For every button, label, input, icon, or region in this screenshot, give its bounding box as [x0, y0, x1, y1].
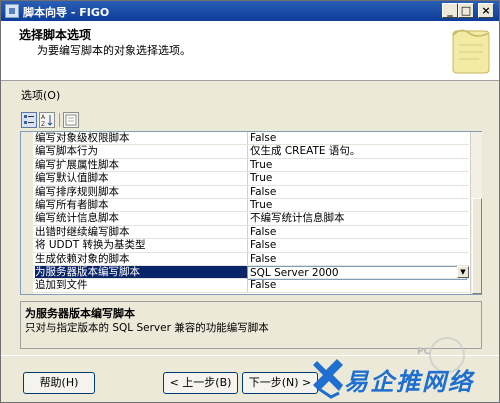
- page-title: 选择脚本选项: [19, 28, 92, 42]
- toolbar-separator: [59, 113, 60, 127]
- property-value[interactable]: SQL Server 2000: [247, 265, 467, 281]
- dropdown-arrow-icon[interactable]: ▼: [457, 265, 469, 278]
- property-value[interactable]: False: [247, 239, 467, 252]
- minimize-button[interactable]: _: [442, 3, 458, 18]
- property-grid[interactable]: 编写对象级权限脚本 False 编写脚本行为 仅生成 CREATE 语句。 编写扩展属性…: [20, 131, 482, 295]
- svg-text:A: A: [41, 114, 46, 121]
- property-row[interactable]: 追加到文件 False: [33, 279, 469, 293]
- property-value[interactable]: True: [247, 172, 467, 185]
- sort-alphabetical-icon[interactable]: AZ: [39, 112, 55, 128]
- script-wizard-window: 脚本向导 - FIGO _ □ × 选择脚本选项 为要编写脚本的对象选择选项。 …: [0, 0, 500, 403]
- property-name: 追加到文件: [35, 279, 88, 292]
- property-value[interactable]: False: [247, 225, 467, 239]
- help-button[interactable]: 帮助(H): [23, 372, 95, 394]
- property-value[interactable]: True: [247, 198, 467, 212]
- close-button[interactable]: ×: [478, 3, 494, 18]
- property-row[interactable]: 编写脚本行为 仅生成 CREATE 语句。: [33, 145, 469, 159]
- title-bar[interactable]: 脚本向导 - FIGO _ □ ×: [1, 1, 499, 21]
- property-name: 编写扩展属性脚本: [35, 158, 119, 171]
- property-value[interactable]: False: [247, 132, 467, 145]
- description-text: 只对与指定版本的 SQL Server 兼容的功能编写脚本: [25, 322, 269, 334]
- property-value[interactable]: False: [247, 279, 467, 292]
- options-label: 选项(O): [21, 89, 61, 102]
- property-row[interactable]: 为服务器版本编写脚本 SQL Server 2000 ▼: [33, 265, 469, 281]
- property-row[interactable]: 编写排序规则脚本 False: [33, 185, 469, 199]
- property-row[interactable]: 编写扩展属性脚本 True: [33, 158, 469, 173]
- maximize-button[interactable]: □: [458, 3, 474, 18]
- description-panel: 为服务器版本编写脚本 只对与指定版本的 SQL Server 兼容的功能编写脚本: [20, 301, 482, 349]
- property-name: 编写对象级权限脚本: [35, 132, 130, 144]
- property-name: 出错时继续编写脚本: [35, 225, 130, 238]
- property-row[interactable]: 生成依赖对象的脚本 False: [33, 252, 469, 266]
- next-button[interactable]: 下一步(N) >: [242, 372, 318, 394]
- property-value[interactable]: 仅生成 CREATE 语句。: [247, 145, 467, 158]
- property-row[interactable]: 编写所有者脚本 True: [33, 198, 469, 213]
- watermark-badge: PC: [417, 347, 431, 357]
- property-row[interactable]: 将 UDDT 转换为基类型 False: [33, 239, 469, 253]
- vertical-scrollbar[interactable]: [470, 132, 482, 294]
- property-value[interactable]: True: [247, 158, 467, 172]
- wizard-header: 选择脚本选项 为要编写脚本的对象选择选项。: [1, 21, 499, 81]
- property-name: 编写所有者脚本: [35, 198, 109, 211]
- property-row[interactable]: 编写默认值脚本 True: [33, 172, 469, 186]
- watermark-text: 易企推网络: [344, 368, 474, 396]
- property-name: 生成依赖对象的脚本: [35, 252, 130, 265]
- property-row[interactable]: 编写统计信息脚本 不编写统计信息脚本: [33, 212, 469, 226]
- grid-margin: [21, 132, 33, 294]
- property-row[interactable]: 编写对象级权限脚本 False: [33, 132, 469, 146]
- property-pages-icon[interactable]: [63, 112, 79, 128]
- back-button[interactable]: < 上一步(B): [163, 372, 238, 394]
- property-name: 将 UDDT 转换为基类型: [35, 239, 146, 252]
- page-subtitle: 为要编写脚本的对象选择选项。: [37, 44, 191, 57]
- property-value[interactable]: 不编写统计信息脚本: [247, 212, 467, 225]
- property-name: 编写脚本行为: [35, 145, 98, 158]
- scrollbar-thumb[interactable]: [472, 198, 482, 294]
- app-icon: [5, 4, 19, 18]
- svg-text:Z: Z: [41, 121, 45, 127]
- property-name: 编写统计信息脚本: [35, 212, 119, 225]
- property-row[interactable]: 出错时继续编写脚本 False: [33, 225, 469, 240]
- categorized-icon[interactable]: [21, 112, 37, 128]
- property-value[interactable]: False: [247, 252, 467, 265]
- description-title: 为服务器版本编写脚本: [25, 307, 135, 320]
- property-name: 编写排序规则脚本: [35, 185, 119, 198]
- property-name: 编写默认值脚本: [35, 172, 109, 185]
- property-rows: 编写对象级权限脚本 False 编写脚本行为 仅生成 CREATE 语句。 编写扩展属性…: [33, 132, 469, 293]
- property-value[interactable]: False: [247, 185, 467, 198]
- window-title: 脚本向导 - FIGO: [23, 6, 110, 19]
- scroll-icon: [452, 29, 490, 74]
- watermark-logo-icon: [313, 359, 343, 399]
- property-name: 为服务器版本编写脚本: [35, 265, 247, 279]
